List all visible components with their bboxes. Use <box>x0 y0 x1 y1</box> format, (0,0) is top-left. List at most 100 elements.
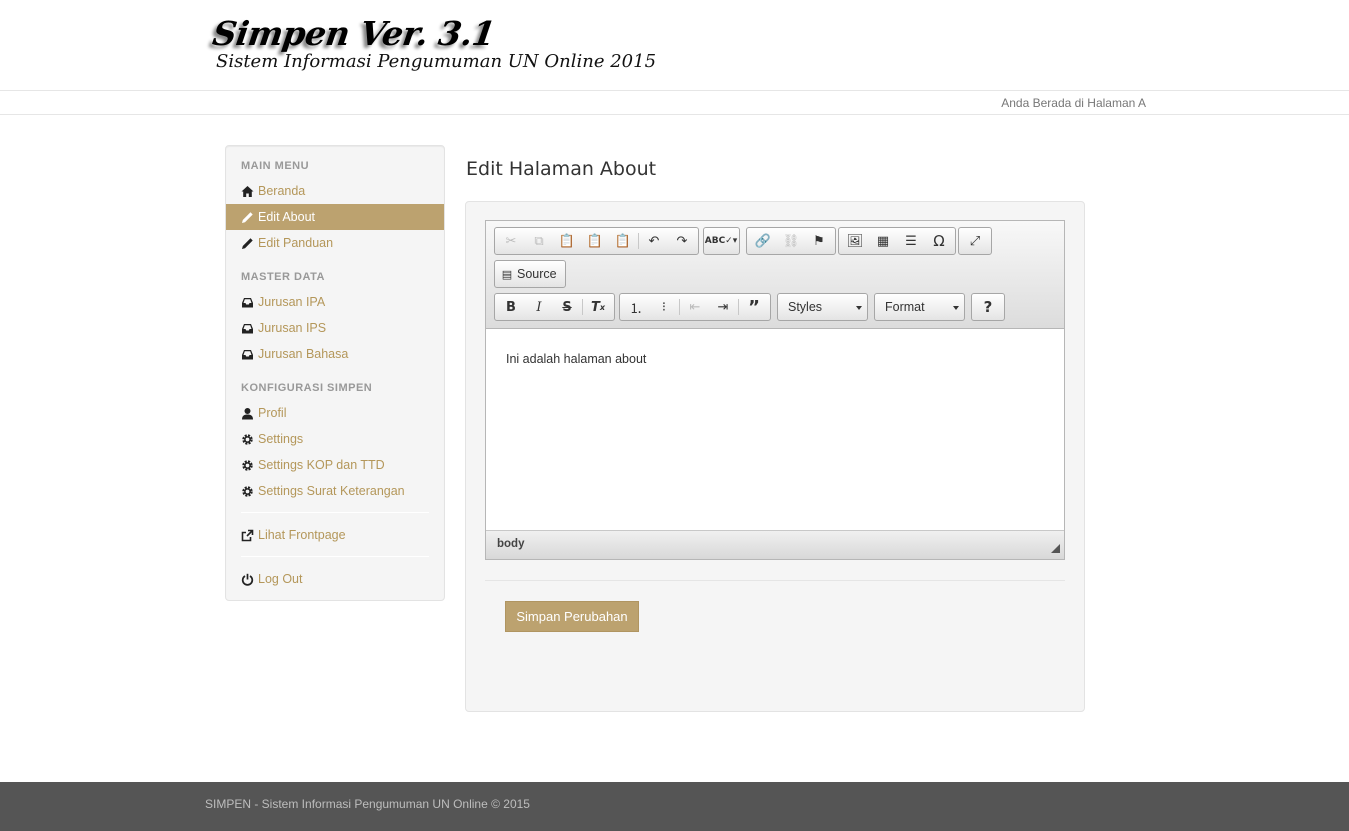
sidebar-item-jurusan-bahasa[interactable]: Jurusan Bahasa <box>226 341 444 367</box>
editor-content-area[interactable]: Ini adalah halaman about <box>486 329 1064 530</box>
sidebar-item-settings[interactable]: Settings <box>226 426 444 452</box>
help-group: ? <box>971 293 1005 321</box>
clipboard-group: ✂ ⧉ 📋 📋 📋 ↶ ↷ <box>494 227 699 255</box>
cut-icon[interactable]: ✂ <box>497 229 525 253</box>
source-label: Source <box>517 267 557 281</box>
toolbar-separator <box>582 299 583 315</box>
sidebar-divider <box>241 556 429 557</box>
spellcheck-icon[interactable]: ABC✓▾ <box>705 229 738 253</box>
site-footer: SIMPEN - Sistem Informasi Pengumuman UN … <box>0 782 1349 831</box>
bold-icon[interactable]: B <box>497 295 525 319</box>
sidebar-item-beranda[interactable]: Beranda <box>226 178 444 204</box>
sidebar-item-jurusan-ips[interactable]: Jurusan IPS <box>226 315 444 341</box>
sidebar-divider <box>241 512 429 513</box>
toolbar-separator <box>638 233 639 249</box>
gear-icon <box>241 485 254 498</box>
rich-text-editor: ✂ ⧉ 📋 📋 📋 ↶ ↷ ABC✓▾ 🔗 ⛓ ⚑ 🖼 ▦ ☰ Ω ⤢ ▤ So… <box>485 220 1065 560</box>
page-title: Edit Halaman About <box>466 158 657 180</box>
editor-content-text: Ini adalah halaman about <box>506 352 647 366</box>
power-icon <box>241 573 254 586</box>
sidebar-item-label: Jurusan Bahasa <box>258 347 349 361</box>
site-header: Simpen Ver. 3.1 Sistem Informasi Pengumu… <box>0 0 1349 91</box>
indent-icon[interactable]: ⇥ <box>709 295 737 319</box>
paste-icon[interactable]: 📋 <box>553 229 581 253</box>
sidebar-item-label: Lihat Frontpage <box>258 528 346 542</box>
inbox-icon <box>241 322 254 335</box>
gear-icon <box>241 433 254 446</box>
maximize-group: ⤢ <box>958 227 992 255</box>
sidebar-item-jurusan-ipa[interactable]: Jurusan IPA <box>226 289 444 315</box>
sidebar-item-label: Edit About <box>258 210 315 224</box>
blockquote-icon[interactable]: ” <box>740 295 768 319</box>
sidebar-item-label: Settings <box>258 432 304 446</box>
link-icon[interactable]: 🔗 <box>749 229 777 253</box>
chevron-down-icon <box>953 306 959 310</box>
sidebar-item-edit-about[interactable]: Edit About <box>226 204 444 230</box>
format-label: Format <box>885 300 925 314</box>
strikethrough-icon[interactable]: S <box>553 295 581 319</box>
sidebar-item-label: Beranda <box>258 184 306 198</box>
sidebar-item-settings-surat[interactable]: Settings Surat Keterangan <box>226 478 444 504</box>
logo-title[interactable]: Simpen Ver. 3.1 <box>210 14 497 53</box>
sidebar-item-log-out[interactable]: Log Out <box>226 566 444 592</box>
breadcrumb-bar: Anda Berada di Halaman A <box>0 91 1349 115</box>
sidebar-item-label: Log Out <box>258 572 303 586</box>
sidebar-item-profil[interactable]: Profil <box>226 400 444 426</box>
element-path[interactable]: body <box>497 538 524 550</box>
unlink-icon[interactable]: ⛓ <box>777 229 805 253</box>
nav-header-main-menu: MAIN MENU <box>241 160 310 172</box>
bulleted-list-icon[interactable]: ⁝ <box>650 295 678 319</box>
source-button[interactable]: ▤ Source <box>494 260 566 288</box>
paste-word-icon[interactable]: 📋 <box>609 229 637 253</box>
image-icon[interactable]: 🖼 <box>841 229 869 253</box>
logo-subtitle: Sistem Informasi Pengumuman UN Online 20… <box>216 51 657 72</box>
share-icon <box>241 529 254 542</box>
basic-styles-group: B I S Tx <box>494 293 615 321</box>
spellcheck-group: ABC✓▾ <box>703 227 740 255</box>
sidebar-item-label: Settings KOP dan TTD <box>258 458 385 472</box>
link-group: 🔗 ⛓ ⚑ <box>746 227 836 255</box>
inbox-icon <box>241 348 254 361</box>
sidebar-item-label: Edit Panduan <box>258 236 334 250</box>
source-icon: ▤ <box>501 267 513 281</box>
special-char-icon[interactable]: Ω <box>925 229 953 253</box>
outdent-icon[interactable]: ⇤ <box>681 295 709 319</box>
help-icon[interactable]: ? <box>974 295 1002 319</box>
numbered-list-icon[interactable]: ⒈ <box>622 295 650 319</box>
location-text: Anda Berada di Halaman A <box>1001 96 1146 110</box>
save-button[interactable]: Simpan Perubahan <box>505 601 639 632</box>
toolbar-separator <box>679 299 680 315</box>
list-group: ⒈ ⁝ ⇤ ⇥ ” <box>619 293 771 321</box>
sidebar-item-label: Jurusan IPS <box>258 321 327 335</box>
undo-icon[interactable]: ↶ <box>640 229 668 253</box>
pencil-icon <box>241 211 254 224</box>
format-dropdown[interactable]: Format <box>874 293 965 321</box>
inbox-icon <box>241 296 254 309</box>
sidebar-item-edit-panduan[interactable]: Edit Panduan <box>226 230 444 256</box>
remove-format-icon[interactable]: Tx <box>584 295 612 319</box>
home-icon <box>241 185 254 198</box>
styles-dropdown[interactable]: Styles <box>777 293 868 321</box>
user-icon <box>241 407 254 420</box>
horizontal-rule-icon[interactable]: ☰ <box>897 229 925 253</box>
paste-text-icon[interactable]: 📋 <box>581 229 609 253</box>
resize-handle-icon[interactable] <box>1051 544 1060 553</box>
sidebar-item-label: Jurusan IPA <box>258 295 326 309</box>
copy-icon[interactable]: ⧉ <box>525 229 553 253</box>
sidebar: MAIN MENU Beranda Edit About Edit Pandua… <box>225 145 445 601</box>
gear-icon <box>241 459 254 472</box>
italic-icon[interactable]: I <box>525 295 553 319</box>
sidebar-item-label: Settings Surat Keterangan <box>258 484 405 498</box>
sidebar-item-lihat-frontpage[interactable]: Lihat Frontpage <box>226 522 444 548</box>
redo-icon[interactable]: ↷ <box>668 229 696 253</box>
editor-status-bar: body <box>486 530 1064 559</box>
sidebar-item-label: Profil <box>258 406 287 420</box>
toolbar-separator <box>738 299 739 315</box>
sidebar-item-settings-kop[interactable]: Settings KOP dan TTD <box>226 452 444 478</box>
anchor-flag-icon[interactable]: ⚑ <box>805 229 833 253</box>
table-icon[interactable]: ▦ <box>869 229 897 253</box>
footer-text: SIMPEN - Sistem Informasi Pengumuman UN … <box>205 797 530 811</box>
chevron-down-icon <box>856 306 862 310</box>
insert-group: 🖼 ▦ ☰ Ω <box>838 227 956 255</box>
maximize-icon[interactable]: ⤢ <box>961 229 989 253</box>
